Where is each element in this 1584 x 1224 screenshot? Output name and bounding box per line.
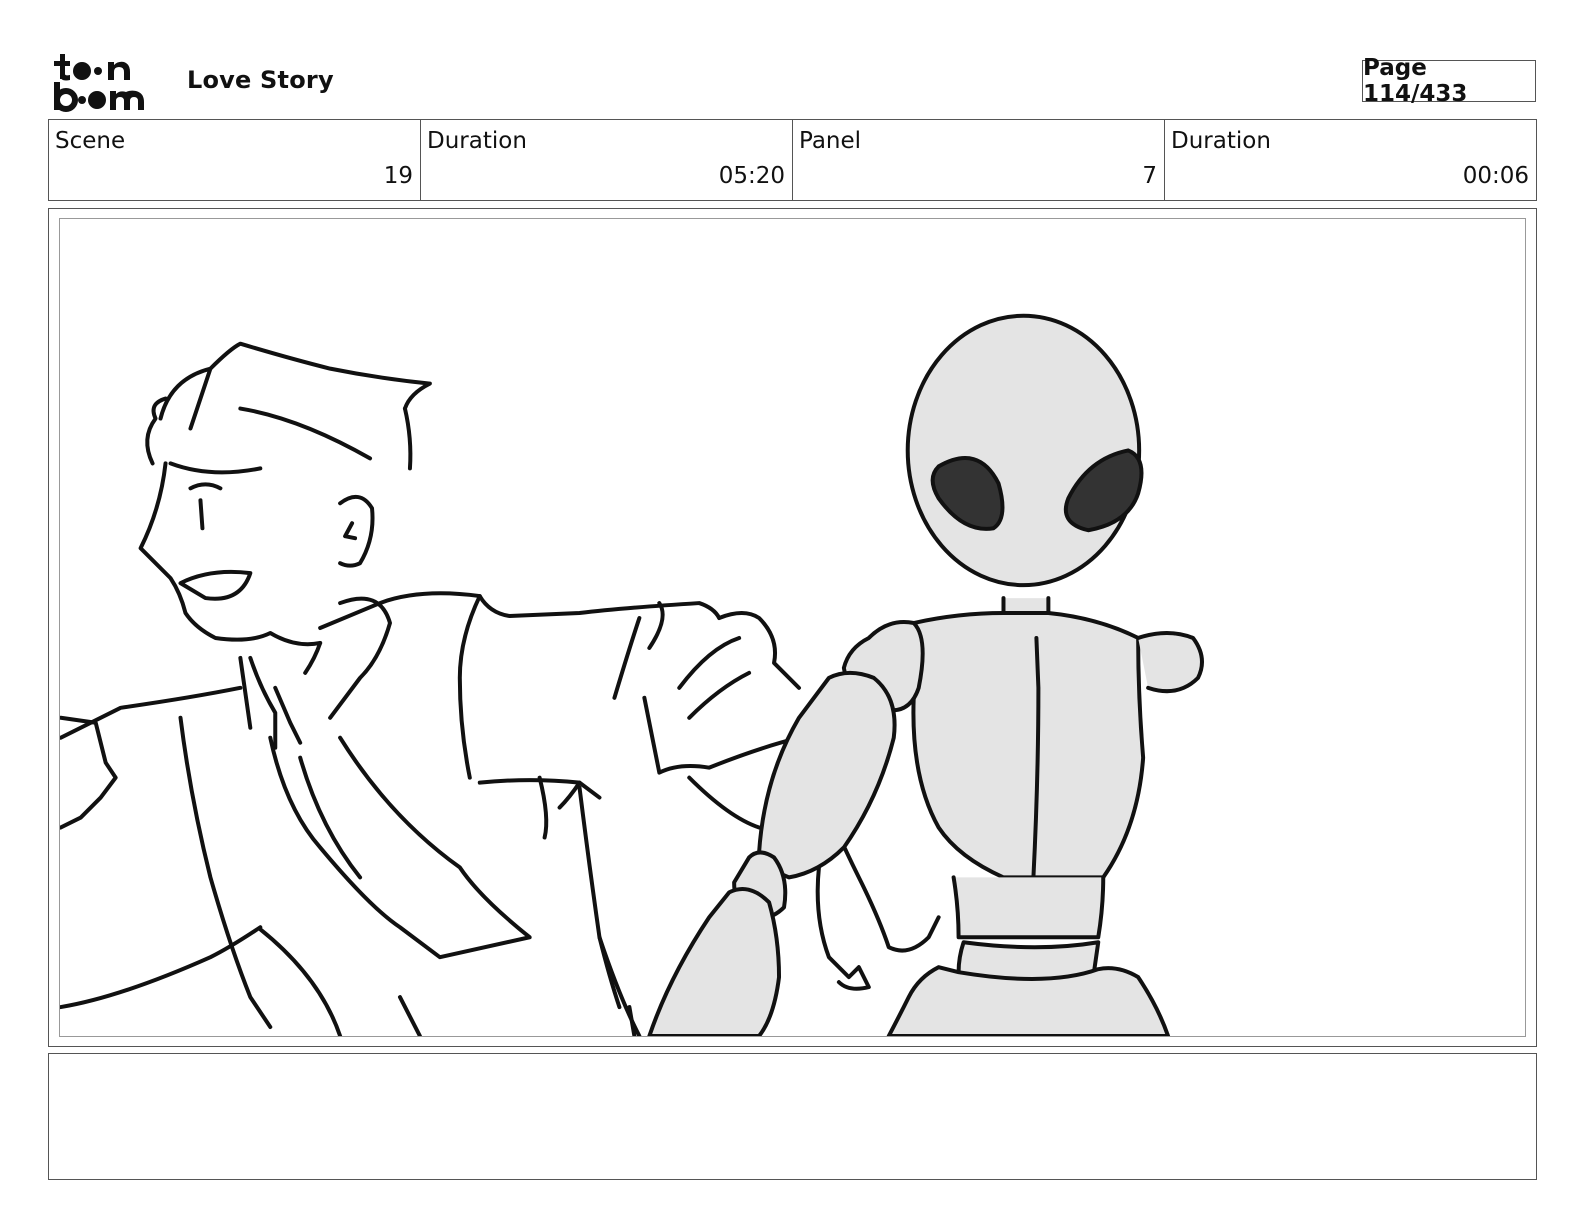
toon-boom-logo bbox=[54, 54, 144, 112]
page-indicator: Page 114/433 bbox=[1362, 55, 1536, 107]
panel-notes-box bbox=[48, 1053, 1537, 1180]
scene-value: 19 bbox=[383, 163, 413, 189]
project-title: Love Story bbox=[187, 66, 334, 94]
scene-duration-value: 05:20 bbox=[718, 163, 785, 189]
scene-duration-cell: Duration 05:20 bbox=[421, 120, 793, 200]
scene-label: Scene bbox=[55, 128, 126, 154]
panel-sketch-image bbox=[60, 313, 1204, 1036]
scene-duration-label: Duration bbox=[427, 128, 527, 154]
panel-duration-value: 00:06 bbox=[1462, 163, 1529, 189]
scene-cell: Scene 19 bbox=[49, 120, 421, 200]
panel-value: 7 bbox=[1142, 163, 1157, 189]
panel-cell: Panel 7 bbox=[793, 120, 1165, 200]
panel-safe-area bbox=[59, 218, 1526, 1037]
alien-robot-figure bbox=[647, 313, 1204, 1036]
panel-label: Panel bbox=[799, 128, 862, 154]
panel-frame bbox=[48, 208, 1537, 1047]
scene-info-table: Scene 19 Duration 05:20 Panel 7 Duration… bbox=[48, 119, 1537, 201]
man-figure bbox=[60, 341, 941, 1036]
panel-duration-cell: Duration 00:06 bbox=[1165, 120, 1536, 200]
panel-duration-label: Duration bbox=[1171, 128, 1271, 154]
